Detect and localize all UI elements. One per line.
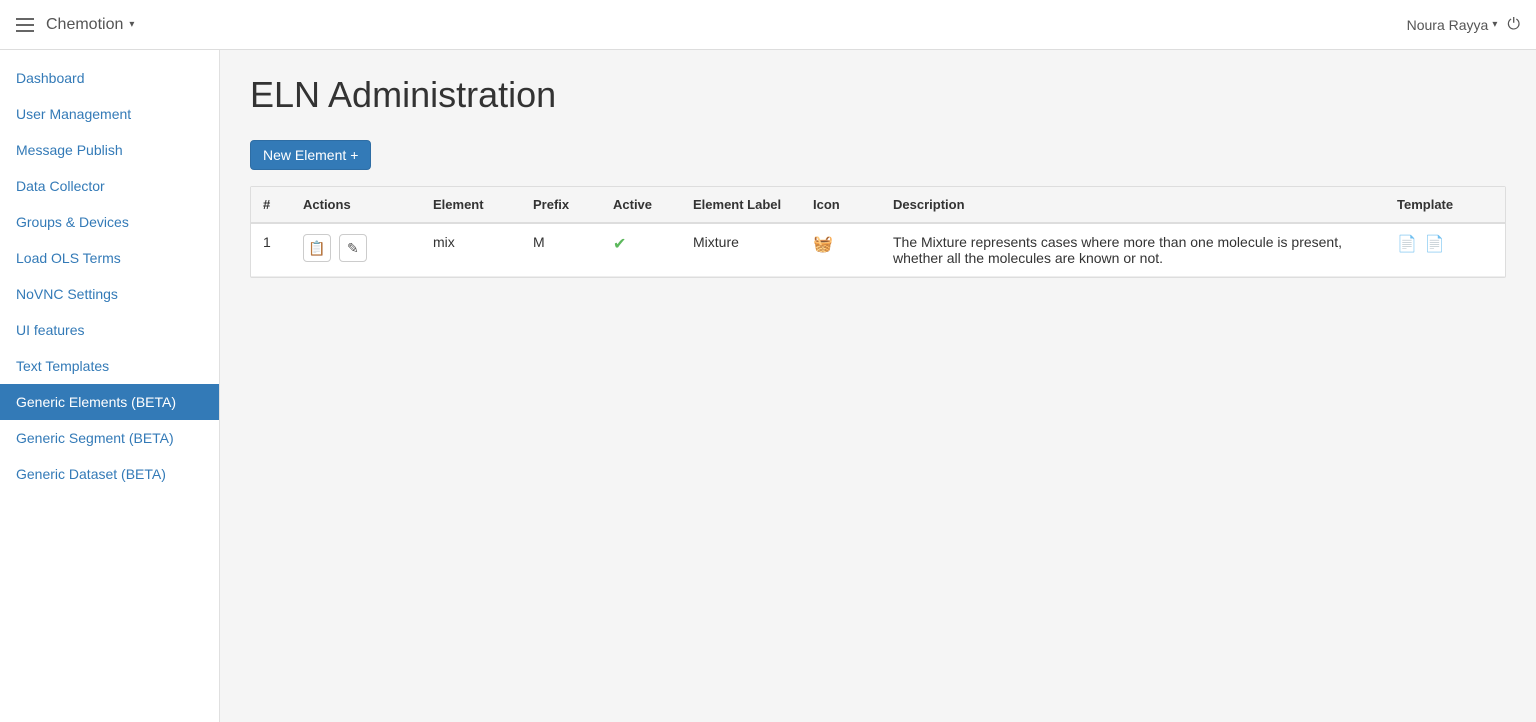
sidebar-item-user-management[interactable]: User Management [0,96,219,132]
col-header-label: Element Label [681,187,801,223]
template-file-icon[interactable]: 📄 [1397,234,1417,254]
table-container: # Actions Element Prefix Active Element … [250,186,1506,278]
brand-name: Chemotion [46,16,123,34]
cell-prefix: M [521,223,601,277]
sidebar-item-dashboard[interactable]: Dashboard [0,60,219,96]
plus-icon: + [350,147,358,163]
active-check-icon: ✔ [613,236,626,253]
elements-table: # Actions Element Prefix Active Element … [251,187,1505,277]
page-wrapper: DashboardUser ManagementMessage PublishD… [0,50,1536,722]
col-header-template: Template [1385,187,1505,223]
col-header-prefix: Prefix [521,187,601,223]
col-header-description: Description [881,187,1385,223]
col-header-icon: Icon [801,187,881,223]
user-menu[interactable]: Noura Rayya ▾ [1407,17,1498,33]
user-caret: ▾ [1492,19,1497,30]
cell-element: mix [421,223,521,277]
copy-button[interactable]: 📋 [303,234,331,262]
table-row: 1 📋 ✎ mixM ✔ Mixture 🧺 The Mixture represent… [251,223,1505,277]
col-header-active: Active [601,187,681,223]
sidebar-item-message-publish[interactable]: Message Publish [0,132,219,168]
new-element-button[interactable]: New Element + [250,140,371,170]
cell-template: 📄 📄 [1385,223,1505,277]
sidebar-item-generic-elements[interactable]: Generic Elements (BETA) [0,384,219,420]
sidebar-item-generic-dataset[interactable]: Generic Dataset (BETA) [0,456,219,492]
page-title: ELN Administration [250,74,1506,116]
col-header-number: # [251,187,291,223]
col-header-element: Element [421,187,521,223]
cell-active: ✔ [601,223,681,277]
navbar-left: Chemotion ▾ [16,16,134,34]
sidebar: DashboardUser ManagementMessage PublishD… [0,50,220,722]
cell-number: 1 [251,223,291,277]
navbar-brand[interactable]: Chemotion ▾ [46,16,134,34]
cell-actions: 📋 ✎ [291,223,421,277]
table-header-row: # Actions Element Prefix Active Element … [251,187,1505,223]
cell-element-label: Mixture [681,223,801,277]
sidebar-item-generic-segment[interactable]: Generic Segment (BETA) [0,420,219,456]
col-header-actions: Actions [291,187,421,223]
sidebar-item-groups-devices[interactable]: Groups & Devices [0,204,219,240]
user-name: Noura Rayya [1407,17,1489,33]
hamburger-icon[interactable] [16,18,34,32]
navbar-right: Noura Rayya ▾ ⏻ [1407,16,1520,34]
template-download-icon[interactable]: 📄 [1425,234,1445,254]
element-icon: 🧺 [813,236,833,253]
cell-description: The Mixture represents cases where more … [881,223,1385,277]
brand-caret: ▾ [129,19,134,30]
sidebar-item-ui-features[interactable]: UI features [0,312,219,348]
main-content: ELN Administration New Element + # Actio… [220,50,1536,722]
sidebar-item-novnc-settings[interactable]: NoVNC Settings [0,276,219,312]
new-element-label: New Element [263,147,346,163]
logout-icon[interactable]: ⏻ [1507,16,1520,34]
sidebar-item-text-templates[interactable]: Text Templates [0,348,219,384]
edit-button[interactable]: ✎ [339,234,367,262]
navbar: Chemotion ▾ Noura Rayya ▾ ⏻ [0,0,1536,50]
sidebar-item-load-ols-terms[interactable]: Load OLS Terms [0,240,219,276]
cell-icon: 🧺 [801,223,881,277]
sidebar-item-data-collector[interactable]: Data Collector [0,168,219,204]
